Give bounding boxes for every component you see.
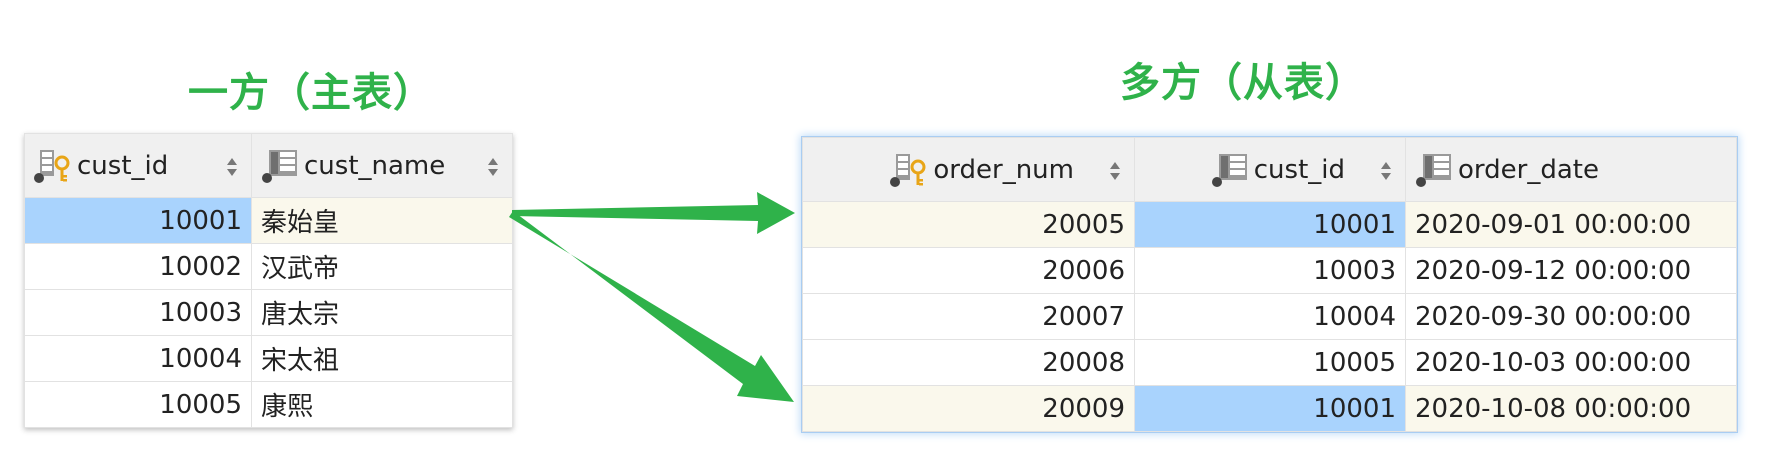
relationship-arrows (509, 192, 795, 402)
arrow-to-order-20005 (512, 192, 795, 234)
arrow-to-order-20009 (509, 211, 794, 402)
